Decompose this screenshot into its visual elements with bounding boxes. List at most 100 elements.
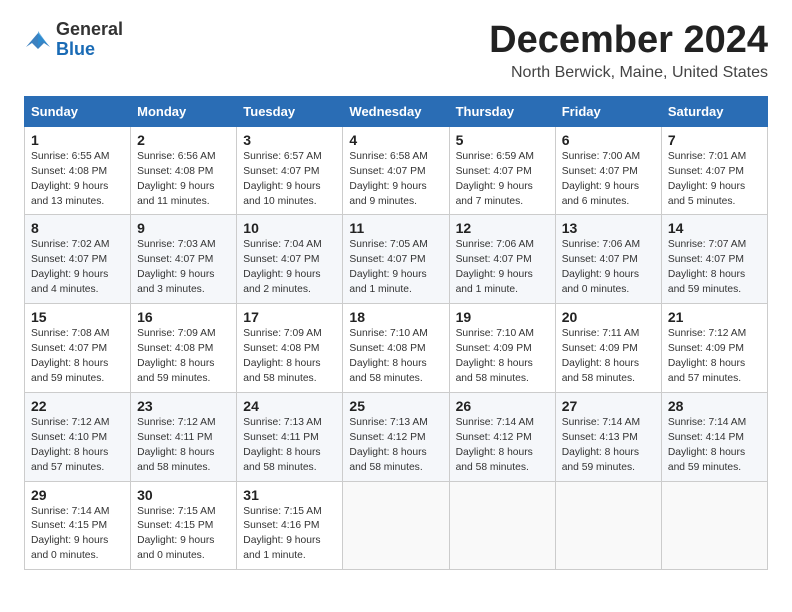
day-info: Sunrise: 7:10 AMSunset: 4:09 PMDaylight:… — [456, 327, 549, 387]
calendar-cell: 3 Sunrise: 6:57 AMSunset: 4:07 PMDaylight… — [237, 126, 343, 215]
calendar-cell: 9Sunrise: 7:03 AMSunset: 4:07 PMDaylight… — [131, 215, 237, 304]
header-row: SundayMondayTuesdayWednesdayThursdayFrid… — [25, 96, 768, 126]
calendar-cell: 25 Sunrise: 7:13 AMSunset: 4:12 PMDayligh… — [343, 392, 449, 481]
calendar-cell: 26 Sunrise: 7:14 AMSunset: 4:12 PMDayligh… — [449, 392, 555, 481]
calendar-cell: 6 Sunrise: 7:00 AMSunset: 4:07 PMDaylight… — [555, 126, 661, 215]
calendar-cell — [555, 481, 661, 570]
calendar-cell: 27Sunrise: 7:14 AMSunset: 4:13 PMDayligh… — [555, 392, 661, 481]
day-info: Sunrise: 7:04 AMSunset: 4:07 PMDaylight:… — [243, 238, 336, 298]
day-number: 24 — [243, 398, 336, 414]
day-info: Sunrise: 7:12 AMSunset: 4:09 PMDaylight:… — [668, 327, 761, 387]
day-number: 26 — [456, 398, 549, 414]
day-number: 3 — [243, 132, 336, 148]
calendar-cell: 16 Sunrise: 7:09 AMSunset: 4:08 PMDayligh… — [131, 304, 237, 393]
header-day-sunday: Sunday — [25, 96, 131, 126]
day-number: 8 — [31, 220, 124, 236]
calendar-cell: 21 Sunrise: 7:12 AMSunset: 4:09 PMDayligh… — [661, 304, 767, 393]
calendar-cell — [449, 481, 555, 570]
day-number: 29 — [31, 487, 124, 503]
day-info: Sunrise: 7:11 AMSunset: 4:09 PMDaylight:… — [562, 327, 655, 387]
day-number: 6 — [562, 132, 655, 148]
day-number: 20 — [562, 309, 655, 325]
calendar-table: SundayMondayTuesdayWednesdayThursdayFrid… — [24, 96, 768, 570]
calendar-cell: 29 Sunrise: 7:14 AMSunset: 4:15 PMDayligh… — [25, 481, 131, 570]
day-info: Sunrise: 7:06 AMSunset: 4:07 PMDaylight:… — [456, 238, 549, 298]
logo-general-text: General — [56, 20, 123, 40]
calendar-cell: 15Sunrise: 7:08 AMSunset: 4:07 PMDayligh… — [25, 304, 131, 393]
day-info: Sunrise: 7:01 AMSunset: 4:07 PMDaylight:… — [668, 150, 761, 210]
day-number: 14 — [668, 220, 761, 236]
calendar-cell: 7 Sunrise: 7:01 AMSunset: 4:07 PMDaylight… — [661, 126, 767, 215]
calendar-cell: 17 Sunrise: 7:09 AMSunset: 4:08 PMDayligh… — [237, 304, 343, 393]
calendar-cell: 4 Sunrise: 6:58 AMSunset: 4:07 PMDaylight… — [343, 126, 449, 215]
calendar-cell: 14Sunrise: 7:07 AMSunset: 4:07 PMDayligh… — [661, 215, 767, 304]
day-info: Sunrise: 7:14 AMSunset: 4:14 PMDaylight:… — [668, 416, 761, 476]
calendar-cell: 23Sunrise: 7:12 AMSunset: 4:11 PMDayligh… — [131, 392, 237, 481]
calendar-cell — [343, 481, 449, 570]
day-info: Sunrise: 7:15 AMSunset: 4:16 PMDaylight:… — [243, 505, 336, 565]
day-number: 19 — [456, 309, 549, 325]
day-number: 25 — [349, 398, 442, 414]
day-info: Sunrise: 7:09 AMSunset: 4:08 PMDaylight:… — [137, 327, 230, 387]
calendar-subtitle: North Berwick, Maine, United States — [489, 64, 768, 82]
day-info: Sunrise: 7:13 AMSunset: 4:12 PMDaylight:… — [349, 416, 442, 476]
header-day-friday: Friday — [555, 96, 661, 126]
day-number: 17 — [243, 309, 336, 325]
day-number: 7 — [668, 132, 761, 148]
day-info: Sunrise: 6:59 AMSunset: 4:07 PMDaylight:… — [456, 150, 549, 210]
day-number: 10 — [243, 220, 336, 236]
day-info: Sunrise: 7:14 AMSunset: 4:15 PMDaylight:… — [31, 505, 124, 565]
day-info: Sunrise: 7:05 AMSunset: 4:07 PMDaylight:… — [349, 238, 442, 298]
day-info: Sunrise: 7:14 AMSunset: 4:12 PMDaylight:… — [456, 416, 549, 476]
day-info: Sunrise: 7:03 AMSunset: 4:07 PMDaylight:… — [137, 238, 230, 298]
logo-blue-text: Blue — [56, 40, 123, 60]
calendar-cell: 1Sunrise: 6:55 AMSunset: 4:08 PMDaylight… — [25, 126, 131, 215]
day-info: Sunrise: 6:58 AMSunset: 4:07 PMDaylight:… — [349, 150, 442, 210]
calendar-cell: 11 Sunrise: 7:05 AMSunset: 4:07 PMDayligh… — [343, 215, 449, 304]
day-number: 31 — [243, 487, 336, 503]
header-day-wednesday: Wednesday — [343, 96, 449, 126]
day-info: Sunrise: 6:55 AMSunset: 4:08 PMDaylight:… — [31, 150, 124, 210]
calendar-cell: 20 Sunrise: 7:11 AMSunset: 4:09 PMDayligh… — [555, 304, 661, 393]
header-day-thursday: Thursday — [449, 96, 555, 126]
day-info: Sunrise: 7:12 AMSunset: 4:10 PMDaylight:… — [31, 416, 124, 476]
calendar-cell — [661, 481, 767, 570]
calendar-cell: 28 Sunrise: 7:14 AMSunset: 4:14 PMDayligh… — [661, 392, 767, 481]
day-number: 4 — [349, 132, 442, 148]
day-number: 2 — [137, 132, 230, 148]
day-number: 23 — [137, 398, 230, 414]
calendar-body: 1Sunrise: 6:55 AMSunset: 4:08 PMDaylight… — [25, 126, 768, 569]
day-info: Sunrise: 7:15 AMSunset: 4:15 PMDaylight:… — [137, 505, 230, 565]
header-day-monday: Monday — [131, 96, 237, 126]
day-info: Sunrise: 6:57 AMSunset: 4:07 PMDaylight:… — [243, 150, 336, 210]
day-info: Sunrise: 7:10 AMSunset: 4:08 PMDaylight:… — [349, 327, 442, 387]
day-info: Sunrise: 7:00 AMSunset: 4:07 PMDaylight:… — [562, 150, 655, 210]
title-section: December 2024 North Berwick, Maine, Unit… — [489, 20, 768, 82]
calendar-header: SundayMondayTuesdayWednesdayThursdayFrid… — [25, 96, 768, 126]
week-row-4: 22 Sunrise: 7:12 AMSunset: 4:10 PMDayligh… — [25, 392, 768, 481]
day-number: 12 — [456, 220, 549, 236]
day-info: Sunrise: 7:14 AMSunset: 4:13 PMDaylight:… — [562, 416, 655, 476]
day-info: Sunrise: 7:09 AMSunset: 4:08 PMDaylight:… — [243, 327, 336, 387]
header-day-saturday: Saturday — [661, 96, 767, 126]
calendar-cell: 30 Sunrise: 7:15 AMSunset: 4:15 PMDayligh… — [131, 481, 237, 570]
day-number: 11 — [349, 220, 442, 236]
calendar-cell: 13 Sunrise: 7:06 AMSunset: 4:07 PMDayligh… — [555, 215, 661, 304]
day-number: 28 — [668, 398, 761, 414]
logo-bird-icon — [24, 29, 52, 51]
day-number: 21 — [668, 309, 761, 325]
calendar-title: December 2024 — [489, 20, 768, 62]
calendar-cell: 12 Sunrise: 7:06 AMSunset: 4:07 PMDayligh… — [449, 215, 555, 304]
day-number: 16 — [137, 309, 230, 325]
day-number: 5 — [456, 132, 549, 148]
calendar-cell: 2Sunrise: 6:56 AMSunset: 4:08 PMDaylight… — [131, 126, 237, 215]
day-info: Sunrise: 7:06 AMSunset: 4:07 PMDaylight:… — [562, 238, 655, 298]
day-number: 22 — [31, 398, 124, 414]
calendar-cell: 5 Sunrise: 6:59 AMSunset: 4:07 PMDaylight… — [449, 126, 555, 215]
day-number: 30 — [137, 487, 230, 503]
day-number: 13 — [562, 220, 655, 236]
day-number: 18 — [349, 309, 442, 325]
calendar-cell: 24Sunrise: 7:13 AMSunset: 4:11 PMDayligh… — [237, 392, 343, 481]
calendar-cell: 18 Sunrise: 7:10 AMSunset: 4:08 PMDayligh… — [343, 304, 449, 393]
calendar-cell: 8Sunrise: 7:02 AMSunset: 4:07 PMDaylight… — [25, 215, 131, 304]
